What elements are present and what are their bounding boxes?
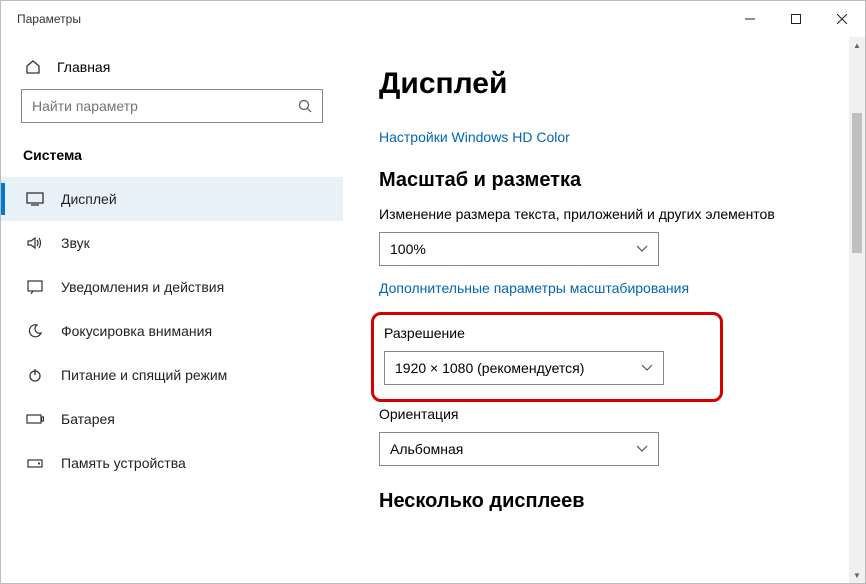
sound-icon	[25, 236, 45, 250]
sidebar: Главная Система Ди	[1, 37, 343, 583]
home-label: Главная	[57, 59, 110, 75]
resolution-dropdown[interactable]: 1920 × 1080 (рекомендуется)	[384, 351, 664, 385]
focus-icon	[25, 323, 45, 339]
scrollbar-thumb[interactable]	[852, 113, 862, 253]
sidebar-item-label: Память устройства	[61, 455, 186, 471]
home-link[interactable]: Главная	[21, 53, 323, 89]
scroll-down-icon[interactable]: ▼	[849, 567, 865, 583]
power-icon	[25, 367, 45, 383]
window-controls	[727, 3, 865, 35]
sidebar-item-label: Уведомления и действия	[61, 279, 224, 295]
nav: Дисплей Звук Уве	[1, 177, 343, 485]
window-title: Параметры	[17, 12, 81, 26]
storage-icon	[25, 457, 45, 469]
page-title: Дисплей	[379, 67, 829, 101]
resolution-value: 1920 × 1080 (рекомендуется)	[395, 360, 584, 376]
search-input[interactable]	[32, 98, 298, 114]
resolution-highlight: Разрешение 1920 × 1080 (рекомендуется)	[371, 312, 723, 402]
window-body: Главная Система Ди	[1, 37, 865, 583]
hd-color-link[interactable]: Настройки Windows HD Color	[379, 129, 570, 145]
sidebar-item-label: Батарея	[61, 411, 115, 427]
chevron-down-icon	[641, 364, 653, 372]
home-icon	[25, 59, 43, 75]
maximize-button[interactable]	[773, 3, 819, 35]
display-icon	[25, 192, 45, 206]
titlebar: Параметры	[1, 1, 865, 37]
search-icon	[298, 99, 312, 113]
orientation-label: Ориентация	[379, 406, 829, 422]
scale-value: 100%	[390, 241, 426, 257]
sidebar-item-label: Питание и спящий режим	[61, 367, 227, 383]
chevron-down-icon	[636, 245, 648, 253]
sidebar-item-label: Звук	[61, 235, 90, 251]
sidebar-item-notifications[interactable]: Уведомления и действия	[1, 265, 343, 309]
notifications-icon	[25, 280, 45, 294]
orientation-value: Альбомная	[390, 441, 463, 457]
sidebar-item-sound[interactable]: Звук	[1, 221, 343, 265]
scrollbar[interactable]: ▲ ▼	[849, 37, 865, 583]
battery-icon	[25, 413, 45, 425]
sidebar-item-battery[interactable]: Батарея	[1, 397, 343, 441]
scale-heading: Масштаб и разметка	[379, 169, 829, 192]
content: Дисплей Настройки Windows HD Color Масшт…	[343, 37, 865, 583]
sidebar-item-label: Фокусировка внимания	[61, 323, 212, 339]
search-input-wrapper[interactable]	[21, 89, 323, 123]
scale-advanced-link[interactable]: Дополнительные параметры масштабирования	[379, 280, 689, 296]
section-label: Система	[21, 143, 323, 177]
sidebar-item-display[interactable]: Дисплей	[1, 177, 343, 221]
orientation-dropdown[interactable]: Альбомная	[379, 432, 659, 466]
chevron-down-icon	[636, 445, 648, 453]
resolution-label: Разрешение	[380, 325, 706, 341]
settings-window: Параметры Главная	[0, 0, 866, 584]
sidebar-item-focus[interactable]: Фокусировка внимания	[1, 309, 343, 353]
multi-displays-heading: Несколько дисплеев	[379, 490, 829, 513]
sidebar-item-power[interactable]: Питание и спящий режим	[1, 353, 343, 397]
sidebar-item-label: Дисплей	[61, 191, 117, 207]
scroll-up-icon[interactable]: ▲	[849, 37, 865, 53]
scale-label: Изменение размера текста, приложений и д…	[379, 206, 829, 222]
sidebar-item-storage[interactable]: Память устройства	[1, 441, 343, 485]
minimize-button[interactable]	[727, 3, 773, 35]
scale-dropdown[interactable]: 100%	[379, 232, 659, 266]
close-button[interactable]	[819, 3, 865, 35]
